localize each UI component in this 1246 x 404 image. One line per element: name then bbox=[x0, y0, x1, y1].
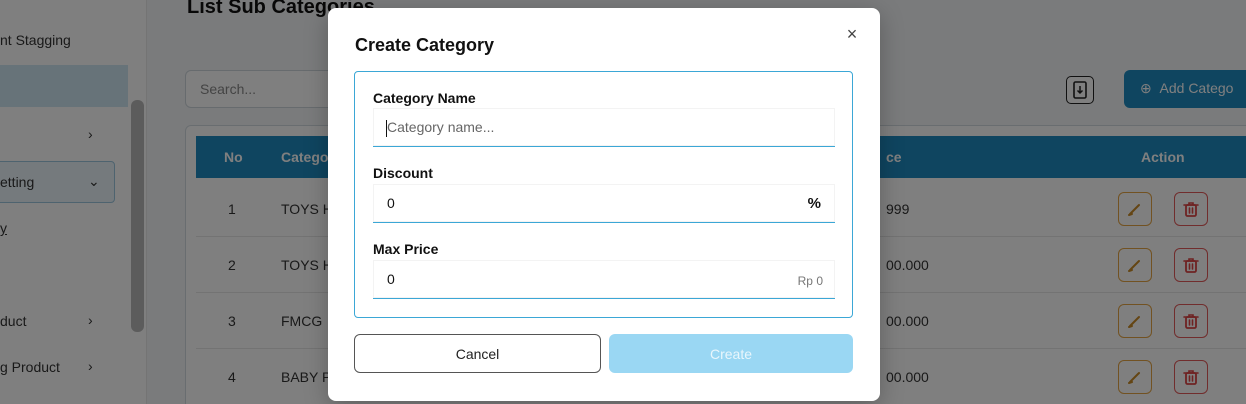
percent-suffix: % bbox=[807, 195, 821, 212]
max-price-input[interactable] bbox=[373, 260, 835, 298]
discount-field[interactable]: % bbox=[373, 184, 835, 223]
modal-title: Create Category bbox=[355, 35, 495, 55]
max-price-field[interactable]: Rp 0 bbox=[373, 260, 835, 299]
discount-label: Discount bbox=[373, 165, 433, 181]
category-name-input[interactable] bbox=[373, 108, 835, 146]
discount-input[interactable] bbox=[373, 184, 835, 222]
rupiah-suffix: Rp 0 bbox=[797, 274, 823, 288]
text-caret bbox=[386, 120, 387, 137]
create-button[interactable]: Create bbox=[609, 334, 853, 373]
category-name-label: Category Name bbox=[373, 90, 476, 106]
close-icon[interactable]: × bbox=[842, 24, 862, 44]
cancel-button[interactable]: Cancel bbox=[354, 334, 601, 373]
max-price-label: Max Price bbox=[373, 241, 439, 257]
create-category-modal: Create Category × Category Name Discount… bbox=[328, 8, 880, 401]
category-name-field[interactable] bbox=[373, 108, 835, 147]
category-form: Category Name Discount % Max Price Rp 0 bbox=[354, 71, 853, 318]
